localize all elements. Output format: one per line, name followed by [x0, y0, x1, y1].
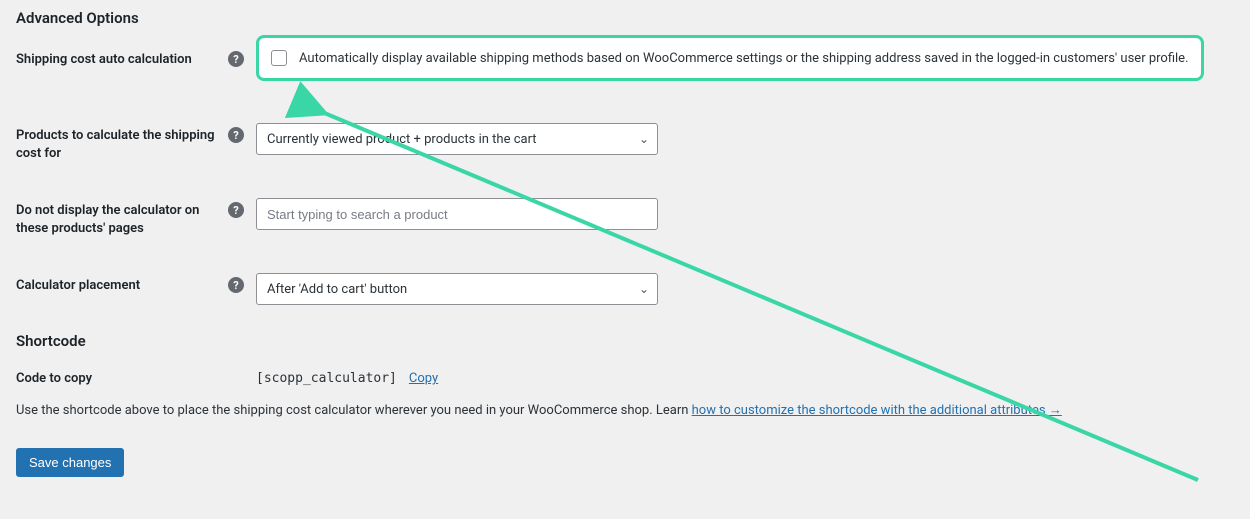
auto-calc-label: Shipping cost auto calculation	[16, 47, 228, 69]
help-icon[interactable]: ?	[228, 127, 244, 143]
auto-calc-description: Automatically display available shipping…	[299, 51, 1189, 66]
placement-selected: After 'Add to cart' button	[267, 282, 407, 297]
advanced-options-heading: Advanced Options	[16, 8, 1230, 29]
customize-shortcode-link[interactable]: how to customize the shortcode with the …	[692, 403, 1062, 418]
products-calc-selected: Currently viewed product + products in t…	[267, 132, 537, 147]
placement-label: Calculator placement	[16, 273, 228, 295]
code-label: Code to copy	[16, 370, 228, 388]
exclude-products-input[interactable]	[256, 198, 658, 230]
help-icon[interactable]: ?	[228, 277, 244, 293]
highlighted-setting-box: Automatically display available shipping…	[256, 35, 1204, 81]
shortcode-help-line: Use the shortcode above to place the shi…	[16, 402, 1230, 418]
help-icon[interactable]: ?	[228, 51, 244, 67]
shortcode-heading: Shortcode	[16, 331, 1230, 352]
products-calc-select[interactable]: Currently viewed product + products in t…	[256, 123, 658, 155]
copy-link[interactable]: Copy	[409, 371, 438, 386]
shortcode-help-pre: Use the shortcode above to place the shi…	[16, 403, 692, 418]
help-icon[interactable]: ?	[228, 202, 244, 218]
chevron-down-icon: ⌄	[639, 282, 649, 296]
shortcode-text: [scopp_calculator]	[256, 371, 397, 386]
placement-select[interactable]: After 'Add to cart' button ⌄	[256, 273, 658, 305]
auto-calc-checkbox[interactable]	[271, 50, 287, 66]
exclude-label: Do not display the calculator on these p…	[16, 198, 228, 237]
save-button[interactable]: Save changes	[16, 448, 124, 477]
chevron-down-icon: ⌄	[639, 132, 649, 146]
products-calc-label: Products to calculate the shipping cost …	[16, 123, 228, 162]
